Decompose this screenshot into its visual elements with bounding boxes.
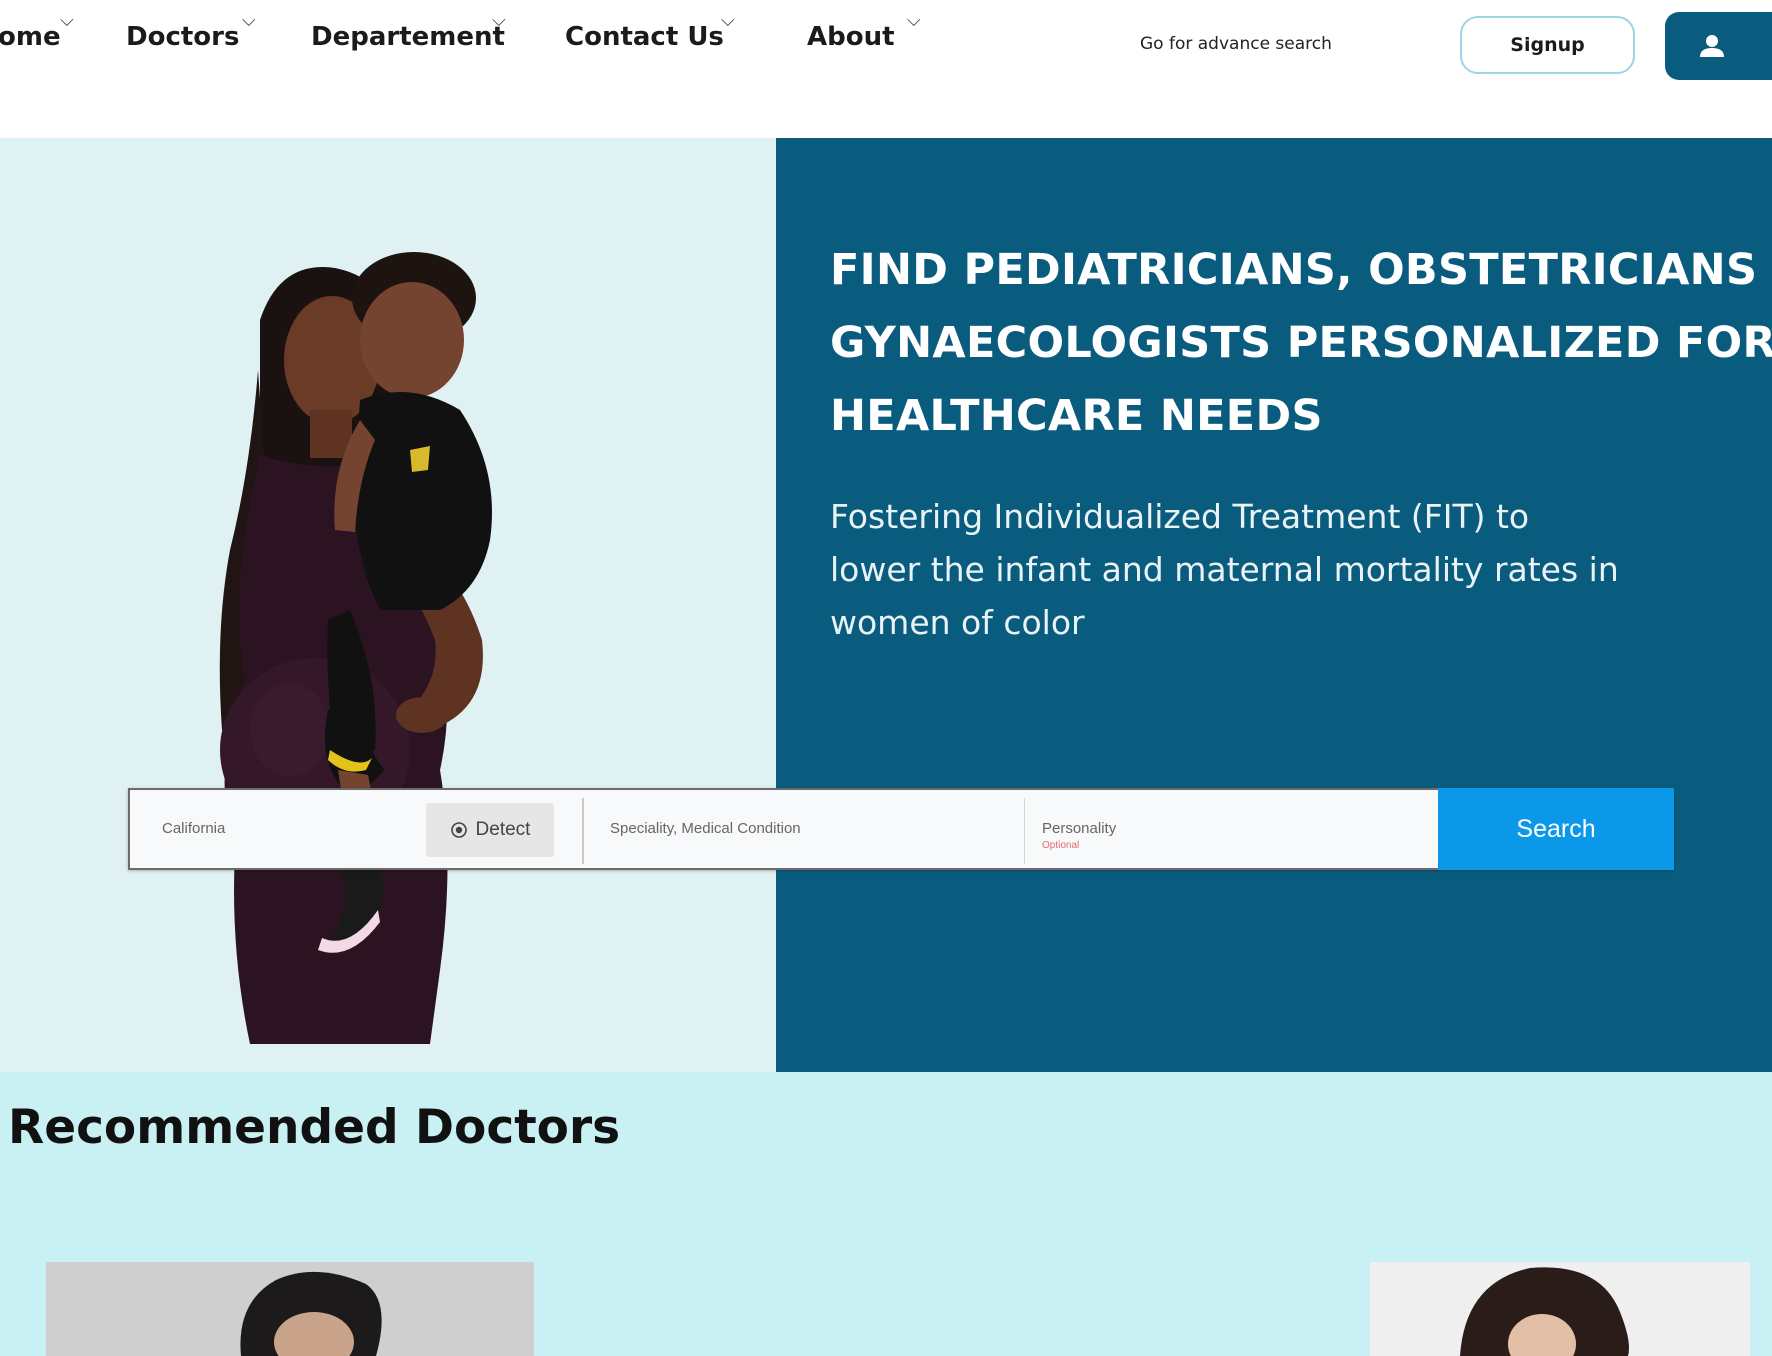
doctor-card[interactable]: [1370, 1262, 1750, 1356]
search-button[interactable]: Search: [1438, 788, 1674, 870]
hero-title-line: HEALTHCARE NEEDS: [830, 391, 1323, 441]
location-target-icon: [450, 822, 467, 838]
nav-item-doctors[interactable]: Doctors ⌵: [126, 10, 256, 52]
nav-item-label: ome: [0, 22, 61, 52]
hero-mother-child-photo: [219, 252, 492, 1044]
divider: [582, 798, 584, 864]
nav-item-label: Doctors: [126, 22, 240, 52]
hero-subtitle-line: lower the infant and maternal mortality …: [830, 550, 1619, 589]
hero-title: FIND PEDIATRICIANS, OBSTETRICIANS A GYNA…: [830, 234, 1772, 453]
nav-item-about[interactable]: About ⌵: [807, 10, 921, 52]
chevron-down-icon: ⌵: [60, 10, 74, 31]
hero-subtitle-line: Fostering Individualized Treatment (FIT)…: [830, 497, 1530, 536]
hero-subtitle: Fostering Individualized Treatment (FIT)…: [830, 490, 1690, 649]
signup-button[interactable]: Signup: [1460, 16, 1635, 74]
personality-optional-note: Optional: [1042, 840, 1080, 851]
location-input[interactable]: California: [162, 820, 225, 837]
chevron-down-icon: ⌵: [492, 10, 506, 31]
hero-text-panel: FIND PEDIATRICIANS, OBSTETRICIANS A GYNA…: [776, 138, 1772, 1072]
doctor-photo: [1370, 1262, 1750, 1356]
hero-title-line: GYNAECOLOGISTS PERSONALIZED FOR: [830, 318, 1772, 368]
nav-item-home[interactable]: ome ⌵: [0, 10, 74, 52]
divider: [1024, 798, 1025, 864]
nav-item-label: Contact Us: [565, 22, 724, 52]
nav-item-contact-us[interactable]: Contact Us ⌵: [565, 10, 735, 52]
doctor-card[interactable]: [46, 1262, 534, 1356]
advance-search-link[interactable]: Go for advance search: [1140, 34, 1332, 54]
section-title: Recommended Doctors: [8, 1100, 621, 1155]
login-button[interactable]: [1665, 12, 1772, 80]
chevron-down-icon: ⌵: [721, 10, 735, 31]
nav-item-label: Departement: [311, 22, 505, 52]
recommended-doctors-section: Recommended Doctors: [0, 1072, 1772, 1356]
hero-subtitle-line: women of color: [830, 603, 1085, 642]
hero-image-panel: [0, 138, 776, 1072]
personality-input[interactable]: Personality: [1042, 820, 1116, 837]
doctor-search-bar: California Detect Speciality, Medical Co…: [128, 788, 1674, 870]
top-navigation: ome ⌵ Doctors ⌵ Departement ⌵ Contact Us…: [0, 0, 1772, 138]
specialty-input[interactable]: Speciality, Medical Condition: [610, 820, 801, 837]
hero-title-line: FIND PEDIATRICIANS, OBSTETRICIANS A: [830, 245, 1772, 295]
user-icon: [1700, 35, 1724, 57]
chevron-down-icon: ⌵: [242, 10, 256, 31]
detect-location-button[interactable]: Detect: [426, 803, 554, 857]
doctor-photo: [46, 1262, 534, 1356]
detect-label: Detect: [475, 819, 531, 840]
nav-item-label: About: [807, 22, 895, 52]
chevron-down-icon: ⌵: [907, 10, 921, 31]
nav-item-departement[interactable]: Departement ⌵: [311, 10, 506, 52]
